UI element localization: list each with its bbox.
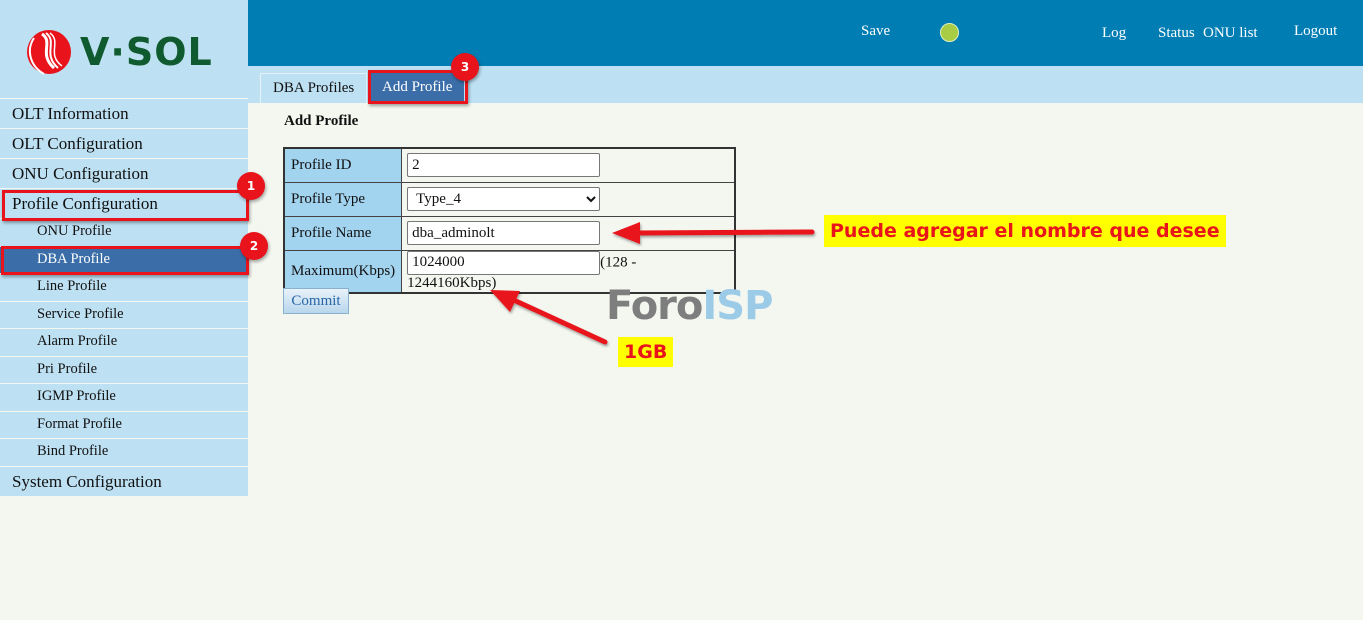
form-row-profile-name: Profile Name xyxy=(283,215,736,251)
sidebar-item-bind-profile[interactable]: Bind Profile xyxy=(0,439,248,466)
logout-link[interactable]: Logout xyxy=(1294,23,1337,40)
profile-id-label: Profile ID xyxy=(283,147,403,183)
profile-type-label: Profile Type xyxy=(283,181,403,217)
profile-name-label: Profile Name xyxy=(283,215,403,251)
watermark-foro: Foro xyxy=(606,283,703,329)
brand-logo: V·SOL xyxy=(24,28,213,76)
status-indicator-icon xyxy=(940,23,959,42)
sidebar-item-service-profile[interactable]: Service Profile xyxy=(0,301,248,328)
profile-name-input[interactable] xyxy=(407,221,601,245)
tab-bar: DBA Profiles Add Profile xyxy=(248,66,1363,103)
arrow-to-maximum-icon xyxy=(490,290,608,345)
save-link[interactable]: Save xyxy=(861,23,890,40)
sidebar-item-olt-configuration[interactable]: OLT Configuration xyxy=(0,129,248,158)
vsol-logo-icon xyxy=(27,30,71,75)
profile-id-input[interactable] xyxy=(407,153,601,178)
brand-name: V·SOL xyxy=(80,30,213,74)
step-badge-3: 3 xyxy=(451,53,479,81)
callout-1gb: 1GB xyxy=(618,337,674,367)
sidebar-item-olt-information[interactable]: OLT Information xyxy=(0,99,248,128)
sidebar-item-profile-configuration[interactable]: Profile Configuration xyxy=(0,189,248,218)
sidebar-item-onu-configuration[interactable]: ONU Configuration xyxy=(0,159,248,188)
maximum-label: Maximum(Kbps) xyxy=(283,249,403,294)
add-profile-form: Profile ID Profile Type Type_4 Profile N… xyxy=(283,147,736,294)
sidebar-item-system-configuration[interactable]: System Configuration xyxy=(0,466,248,496)
step-badge-2: 2 xyxy=(240,232,268,260)
tab-add-profile[interactable]: Add Profile xyxy=(370,73,465,103)
status-link[interactable]: Status xyxy=(1158,25,1195,42)
log-link[interactable]: Log xyxy=(1102,25,1126,42)
sidebar-item-onu-profile[interactable]: ONU Profile xyxy=(0,219,248,246)
top-header: Save Log Status ONU list Logout xyxy=(248,0,1363,66)
maximum-input[interactable] xyxy=(407,250,601,275)
form-row-profile-type: Profile Type Type_4 xyxy=(283,181,736,217)
step-badge-1: 1 xyxy=(237,172,265,200)
sidebar-item-line-profile[interactable]: Line Profile xyxy=(0,274,248,301)
form-row-profile-id: Profile ID xyxy=(283,147,736,183)
sidebar-item-dba-profile[interactable]: DBA Profile xyxy=(0,246,248,273)
profile-type-select[interactable]: Type_4 xyxy=(407,187,601,211)
page-title: Add Profile xyxy=(284,113,359,129)
callout-name-hint: Puede agregar el nombre que desee xyxy=(824,215,1226,247)
watermark-isp: ISP xyxy=(702,283,773,329)
sidebar-item-alarm-profile[interactable]: Alarm Profile xyxy=(0,329,248,356)
sidebar-item-igmp-profile[interactable]: IGMP Profile xyxy=(0,384,248,411)
sidebar: OLT Information OLT Configuration ONU Co… xyxy=(0,98,248,496)
foroisp-watermark: ForoISP xyxy=(606,283,773,329)
sidebar-item-format-profile[interactable]: Format Profile xyxy=(0,411,248,438)
tab-dba-profiles[interactable]: DBA Profiles xyxy=(260,73,368,103)
commit-button[interactable]: Commit xyxy=(283,288,349,314)
logo-area: V·SOL xyxy=(0,0,248,98)
sidebar-item-pri-profile[interactable]: Pri Profile xyxy=(0,356,248,383)
onu-list-link[interactable]: ONU list xyxy=(1203,25,1258,42)
